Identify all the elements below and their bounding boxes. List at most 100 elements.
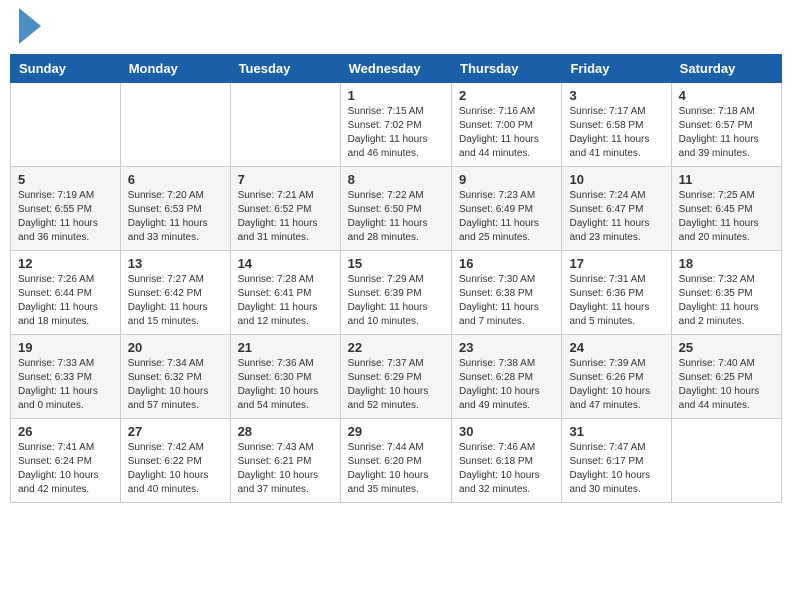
week-row-5: 26Sunrise: 7:41 AM Sunset: 6:24 PM Dayli…	[11, 419, 782, 503]
calendar-cell	[230, 83, 340, 167]
calendar-cell: 21Sunrise: 7:36 AM Sunset: 6:30 PM Dayli…	[230, 335, 340, 419]
day-info: Sunrise: 7:18 AM Sunset: 6:57 PM Dayligh…	[679, 105, 774, 161]
day-info: Sunrise: 7:32 AM Sunset: 6:35 PM Dayligh…	[679, 273, 774, 329]
calendar-cell: 22 Sunrise: 7:37 AM Sunset: 6:29 PM Dayli…	[340, 335, 451, 419]
day-info: Sunrise: 7:28 AM Sunset: 6:41 PM Dayligh…	[238, 273, 333, 329]
day-number: 20	[128, 340, 223, 355]
calendar-cell: 9Sunrise: 7:23 AM Sunset: 6:49 PM Daylig…	[452, 167, 562, 251]
day-number: 29	[348, 424, 444, 439]
day-info: Sunrise: 7:25 AM Sunset: 6:45 PM Dayligh…	[679, 189, 774, 245]
calendar-cell: 4 Sunrise: 7:18 AM Sunset: 6:57 PM Daylig…	[671, 83, 781, 167]
week-row-3: 12Sunrise: 7:26 AM Sunset: 6:44 PM Dayli…	[11, 251, 782, 335]
day-info: Sunrise: 7:22 AM Sunset: 6:50 PM Dayligh…	[348, 189, 444, 245]
day-number: 23	[459, 340, 554, 355]
week-row-1: 1 Sunrise: 7:15 AM Sunset: 7:02 PM Daylig…	[11, 83, 782, 167]
day-info: Sunrise: 7:26 AM Sunset: 6:44 PM Dayligh…	[18, 273, 113, 329]
day-number: 11	[679, 172, 774, 187]
day-info: Sunrise: 7:34 AM Sunset: 6:32 PM Dayligh…	[128, 357, 223, 413]
day-number: 15	[348, 256, 444, 271]
day-info: Sunrise: 7:47 AM Sunset: 6:17 PM Dayligh…	[569, 441, 663, 497]
day-info: Sunrise: 7:44 AM Sunset: 6:20 PM Dayligh…	[348, 441, 444, 497]
column-header-tuesday: Tuesday	[230, 55, 340, 83]
calendar-table: SundayMondayTuesdayWednesdayThursdayFrid…	[10, 54, 782, 503]
calendar-cell: 19 Sunrise: 7:33 AM Sunset: 6:33 PM Dayli…	[11, 335, 121, 419]
day-info: Sunrise: 7:15 AM Sunset: 7:02 PM Dayligh…	[348, 105, 444, 161]
day-number: 24	[569, 340, 663, 355]
page-header	[10, 10, 782, 44]
calendar-cell: 18 Sunrise: 7:32 AM Sunset: 6:35 PM Dayli…	[671, 251, 781, 335]
calendar-cell: 24Sunrise: 7:39 AM Sunset: 6:26 PM Dayli…	[562, 335, 671, 419]
calendar-cell	[11, 83, 121, 167]
calendar-cell: 25 Sunrise: 7:40 AM Sunset: 6:25 PM Dayli…	[671, 335, 781, 419]
day-number: 25	[679, 340, 774, 355]
day-number: 4	[679, 88, 774, 103]
calendar-cell: 26Sunrise: 7:41 AM Sunset: 6:24 PM Dayli…	[11, 419, 121, 503]
day-number: 31	[569, 424, 663, 439]
calendar-cell: 29 Sunrise: 7:44 AM Sunset: 6:20 PM Dayli…	[340, 419, 451, 503]
day-number: 6	[128, 172, 223, 187]
calendar-cell	[120, 83, 230, 167]
day-info: Sunrise: 7:41 AM Sunset: 6:24 PM Dayligh…	[18, 441, 113, 497]
day-number: 10	[569, 172, 663, 187]
logo	[15, 10, 41, 44]
day-number: 5	[18, 172, 113, 187]
day-info: Sunrise: 7:27 AM Sunset: 6:42 PM Dayligh…	[128, 273, 223, 329]
calendar-cell: 1 Sunrise: 7:15 AM Sunset: 7:02 PM Daylig…	[340, 83, 451, 167]
calendar-cell: 30 Sunrise: 7:46 AM Sunset: 6:18 PM Dayli…	[452, 419, 562, 503]
day-info: Sunrise: 7:30 AM Sunset: 6:38 PM Dayligh…	[459, 273, 554, 329]
calendar-cell: 7 Sunrise: 7:21 AM Sunset: 6:52 PM Daylig…	[230, 167, 340, 251]
day-info: Sunrise: 7:29 AM Sunset: 6:39 PM Dayligh…	[348, 273, 444, 329]
day-info: Sunrise: 7:46 AM Sunset: 6:18 PM Dayligh…	[459, 441, 554, 497]
day-info: Sunrise: 7:19 AM Sunset: 6:55 PM Dayligh…	[18, 189, 113, 245]
calendar-cell: 27 Sunrise: 7:42 AM Sunset: 6:22 PM Dayli…	[120, 419, 230, 503]
day-number: 22	[348, 340, 444, 355]
calendar-cell: 5 Sunrise: 7:19 AM Sunset: 6:55 PM Daylig…	[11, 167, 121, 251]
column-header-saturday: Saturday	[671, 55, 781, 83]
day-info: Sunrise: 7:37 AM Sunset: 6:29 PM Dayligh…	[348, 357, 444, 413]
day-number: 2	[459, 88, 554, 103]
day-number: 1	[348, 88, 444, 103]
day-info: Sunrise: 7:40 AM Sunset: 6:25 PM Dayligh…	[679, 357, 774, 413]
calendar-cell: 10 Sunrise: 7:24 AM Sunset: 6:47 PM Dayli…	[562, 167, 671, 251]
day-info: Sunrise: 7:16 AM Sunset: 7:00 PM Dayligh…	[459, 105, 554, 161]
day-number: 7	[238, 172, 333, 187]
calendar-header-row: SundayMondayTuesdayWednesdayThursdayFrid…	[11, 55, 782, 83]
week-row-4: 19 Sunrise: 7:33 AM Sunset: 6:33 PM Dayli…	[11, 335, 782, 419]
day-info: Sunrise: 7:21 AM Sunset: 6:52 PM Dayligh…	[238, 189, 333, 245]
calendar-cell: 12Sunrise: 7:26 AM Sunset: 6:44 PM Dayli…	[11, 251, 121, 335]
calendar-cell: 6 Sunrise: 7:20 AM Sunset: 6:53 PM Daylig…	[120, 167, 230, 251]
day-number: 30	[459, 424, 554, 439]
day-number: 17	[569, 256, 663, 271]
day-number: 3	[569, 88, 663, 103]
calendar-cell: 13 Sunrise: 7:27 AM Sunset: 6:42 PM Dayli…	[120, 251, 230, 335]
day-info: Sunrise: 7:43 AM Sunset: 6:21 PM Dayligh…	[238, 441, 333, 497]
calendar-cell: 31 Sunrise: 7:47 AM Sunset: 6:17 PM Dayli…	[562, 419, 671, 503]
day-number: 19	[18, 340, 113, 355]
calendar-cell: 16Sunrise: 7:30 AM Sunset: 6:38 PM Dayli…	[452, 251, 562, 335]
calendar-cell: 3 Sunrise: 7:17 AM Sunset: 6:58 PM Daylig…	[562, 83, 671, 167]
day-info: Sunrise: 7:31 AM Sunset: 6:36 PM Dayligh…	[569, 273, 663, 329]
day-info: Sunrise: 7:20 AM Sunset: 6:53 PM Dayligh…	[128, 189, 223, 245]
column-header-thursday: Thursday	[452, 55, 562, 83]
day-info: Sunrise: 7:38 AM Sunset: 6:28 PM Dayligh…	[459, 357, 554, 413]
calendar-cell: 8Sunrise: 7:22 AM Sunset: 6:50 PM Daylig…	[340, 167, 451, 251]
day-info: Sunrise: 7:42 AM Sunset: 6:22 PM Dayligh…	[128, 441, 223, 497]
day-info: Sunrise: 7:23 AM Sunset: 6:49 PM Dayligh…	[459, 189, 554, 245]
day-number: 18	[679, 256, 774, 271]
day-number: 27	[128, 424, 223, 439]
column-header-friday: Friday	[562, 55, 671, 83]
day-info: Sunrise: 7:33 AM Sunset: 6:33 PM Dayligh…	[18, 357, 113, 413]
logo-arrow-icon	[19, 8, 41, 44]
day-info: Sunrise: 7:17 AM Sunset: 6:58 PM Dayligh…	[569, 105, 663, 161]
day-number: 28	[238, 424, 333, 439]
calendar-cell: 2 Sunrise: 7:16 AM Sunset: 7:00 PM Daylig…	[452, 83, 562, 167]
day-number: 13	[128, 256, 223, 271]
day-info: Sunrise: 7:36 AM Sunset: 6:30 PM Dayligh…	[238, 357, 333, 413]
week-row-2: 5 Sunrise: 7:19 AM Sunset: 6:55 PM Daylig…	[11, 167, 782, 251]
column-header-wednesday: Wednesday	[340, 55, 451, 83]
calendar-cell: 14 Sunrise: 7:28 AM Sunset: 6:41 PM Dayli…	[230, 251, 340, 335]
calendar-cell: 17 Sunrise: 7:31 AM Sunset: 6:36 PM Dayli…	[562, 251, 671, 335]
column-header-sunday: Sunday	[11, 55, 121, 83]
day-info: Sunrise: 7:24 AM Sunset: 6:47 PM Dayligh…	[569, 189, 663, 245]
day-number: 14	[238, 256, 333, 271]
